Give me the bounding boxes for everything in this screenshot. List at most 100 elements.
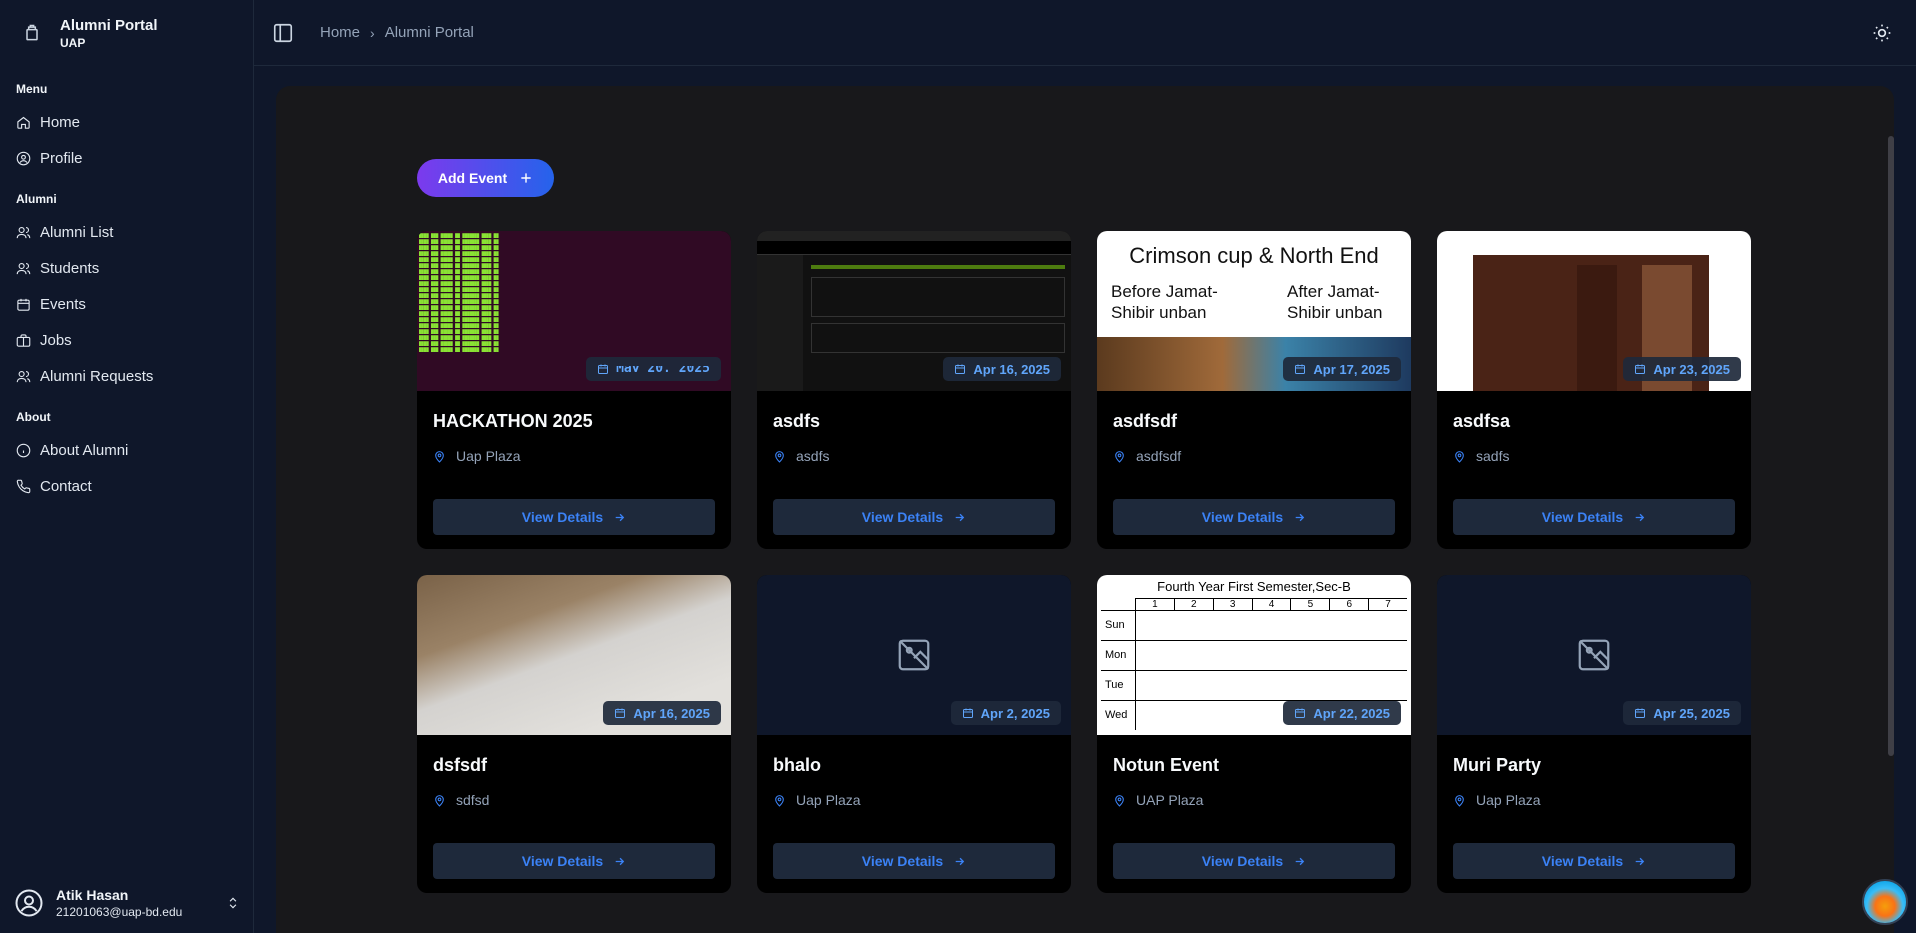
event-title: Muri Party: [1453, 755, 1542, 775]
event-date-badge: Apr 2, 2025: [950, 701, 1061, 725]
timetable-col: 6: [1329, 599, 1368, 610]
sidebar-item-label: Jobs: [40, 331, 72, 349]
event-title: asdfs: [773, 411, 821, 431]
event-date-badge: Apr 16, 2025: [603, 701, 721, 725]
sidebar-item-home[interactable]: Home: [0, 104, 253, 140]
event-thumbnail: Apr 23, 2025: [1437, 231, 1751, 391]
briefcase-icon: [16, 333, 31, 347]
sidebar-item-alumni-list[interactable]: Alumni List: [0, 214, 253, 250]
calendar-icon: [615, 708, 626, 718]
sidebar-item-label: Events: [40, 295, 86, 313]
nav-group-label: About: [16, 410, 51, 424]
event-location: asdfsdf: [1097, 432, 1411, 464]
calendar-icon: [17, 298, 30, 311]
map-pin-icon: [775, 450, 784, 463]
events-grid: ████ ███ █████ ██ ███████ ████ ██ ████ ██…: [417, 231, 1751, 893]
view-details-button[interactable]: View Details: [1113, 499, 1395, 535]
sidebar-toggle-icon[interactable]: [272, 22, 294, 44]
event-location-text: sadfs: [1476, 448, 1510, 464]
sidebar-item-jobs[interactable]: Jobs: [0, 322, 253, 358]
sidebar-item-contact[interactable]: Contact: [0, 468, 253, 504]
thumb-left-caption: Before Jamat-Shibir unban: [1111, 282, 1218, 322]
info-icon: [16, 443, 31, 457]
event-title: bhalo: [773, 755, 821, 775]
event-date: Apr 2, 2025: [980, 705, 1050, 721]
event-date: Apr 25, 2025: [1653, 705, 1730, 721]
sidebar-item-label: Home: [40, 113, 81, 131]
timetable-col: 5: [1290, 599, 1329, 610]
view-details-label: View Details: [1541, 509, 1624, 525]
event-location: UAP Plaza: [1097, 776, 1411, 808]
arrow-right-icon: [1635, 513, 1645, 521]
sidebar-item-label: About Alumni: [40, 441, 129, 459]
user-email: 21201063@uap-bd.edu: [56, 905, 183, 919]
event-thumbnail: Apr 2, 2025: [757, 575, 1071, 735]
sidebar-item-events[interactable]: Events: [0, 286, 253, 322]
event-date: Apr 16, 2025: [633, 705, 710, 721]
sidebar-item-label: Profile: [40, 149, 83, 167]
view-details-button[interactable]: View Details: [1453, 843, 1735, 879]
event-date-badge: Apr 22, 2025: [1283, 701, 1401, 725]
calendar-icon: [955, 364, 966, 374]
view-details-button[interactable]: View Details: [773, 843, 1055, 879]
view-details-label: View Details: [521, 509, 604, 525]
event-card: Apr 23, 2025 asdfsa sadfs View Details: [1437, 231, 1751, 549]
sun-icon[interactable]: [1872, 23, 1892, 43]
plus-icon: [521, 173, 531, 183]
breadcrumb-current: Alumni Portal: [384, 24, 474, 41]
timetable-col: 3: [1212, 599, 1252, 610]
view-details-button[interactable]: View Details: [1453, 499, 1735, 535]
scrollbar[interactable]: [1888, 136, 1894, 756]
event-location: Uap Plaza: [757, 776, 1071, 808]
timetable-heading: Fourth Year First Semester,Sec-B: [1157, 579, 1351, 594]
event-date: Apr 22, 2025: [1313, 705, 1390, 721]
users-icon: [16, 370, 31, 382]
event-card: Crimson cup & North End Before Jamat-Shi…: [1097, 231, 1411, 549]
map-pin-icon: [1455, 450, 1464, 463]
sidebar-item-label: Students: [40, 259, 100, 277]
view-details-label: View Details: [1201, 853, 1284, 869]
thumb-heading: Crimson cup & North End: [1129, 243, 1379, 268]
event-thumbnail: Apr 16, 2025: [757, 231, 1071, 391]
event-card: Apr 16, 2025 dsfsdf sdfsd View Details: [417, 575, 731, 893]
event-date-badge: Apr 16, 2025: [943, 357, 1061, 381]
event-location: asdfs: [757, 432, 1071, 464]
breadcrumb-separator: ›: [370, 24, 375, 41]
sidebar-item-alumni-requests[interactable]: Alumni Requests: [0, 358, 253, 394]
sidebar-item-students[interactable]: Students: [0, 250, 253, 286]
user-menu[interactable]: Atik Hasan 21201063@uap-bd.edu: [0, 873, 254, 933]
breadcrumb-home[interactable]: Home: [320, 24, 360, 41]
arrow-right-icon: [1295, 857, 1305, 865]
assistant-orb[interactable]: [1862, 879, 1908, 925]
timetable-col: 2: [1173, 599, 1213, 610]
view-details-label: View Details: [861, 509, 944, 525]
arrow-right-icon: [955, 513, 965, 521]
view-details-label: View Details: [521, 853, 604, 869]
event-location-text: Uap Plaza: [456, 448, 521, 464]
timetable-col: 1: [1135, 599, 1174, 610]
event-thumbnail: Apr 16, 2025: [417, 575, 731, 735]
event-thumbnail: Fourth Year First Semester,Sec-B 1234567…: [1097, 575, 1411, 735]
event-location-text: UAP Plaza: [1136, 792, 1204, 808]
brand[interactable]: Alumni Portal UAP: [0, 0, 253, 66]
event-date-badge: Apr 23, 2025: [1623, 357, 1741, 381]
add-event-button[interactable]: Add Event: [417, 159, 554, 197]
event-location: sadfs: [1437, 432, 1751, 464]
arrow-right-icon: [615, 513, 625, 521]
thumb-right-caption: After Jamat-Shibir unban: [1287, 282, 1383, 322]
image-off-icon: [898, 639, 930, 671]
breadcrumb: Home › Alumni Portal: [320, 24, 474, 41]
view-details-button[interactable]: View Details: [433, 499, 715, 535]
sidebar-item-about-alumni[interactable]: About Alumni: [0, 432, 253, 468]
view-details-button[interactable]: View Details: [773, 499, 1055, 535]
view-details-button[interactable]: View Details: [1113, 843, 1395, 879]
view-details-button[interactable]: View Details: [433, 843, 715, 879]
event-date: Apr 23, 2025: [1653, 361, 1730, 377]
map-pin-icon: [435, 450, 444, 463]
event-title: dsfsdf: [433, 755, 487, 775]
calendar-icon: [598, 364, 609, 374]
main-panel: Add Event ████ ███ █████ ██ ███████ ████…: [276, 86, 1894, 933]
event-location: Uap Plaza: [417, 432, 731, 464]
user-name: Atik Hasan: [56, 887, 129, 903]
sidebar-item-profile[interactable]: Profile: [0, 140, 253, 176]
